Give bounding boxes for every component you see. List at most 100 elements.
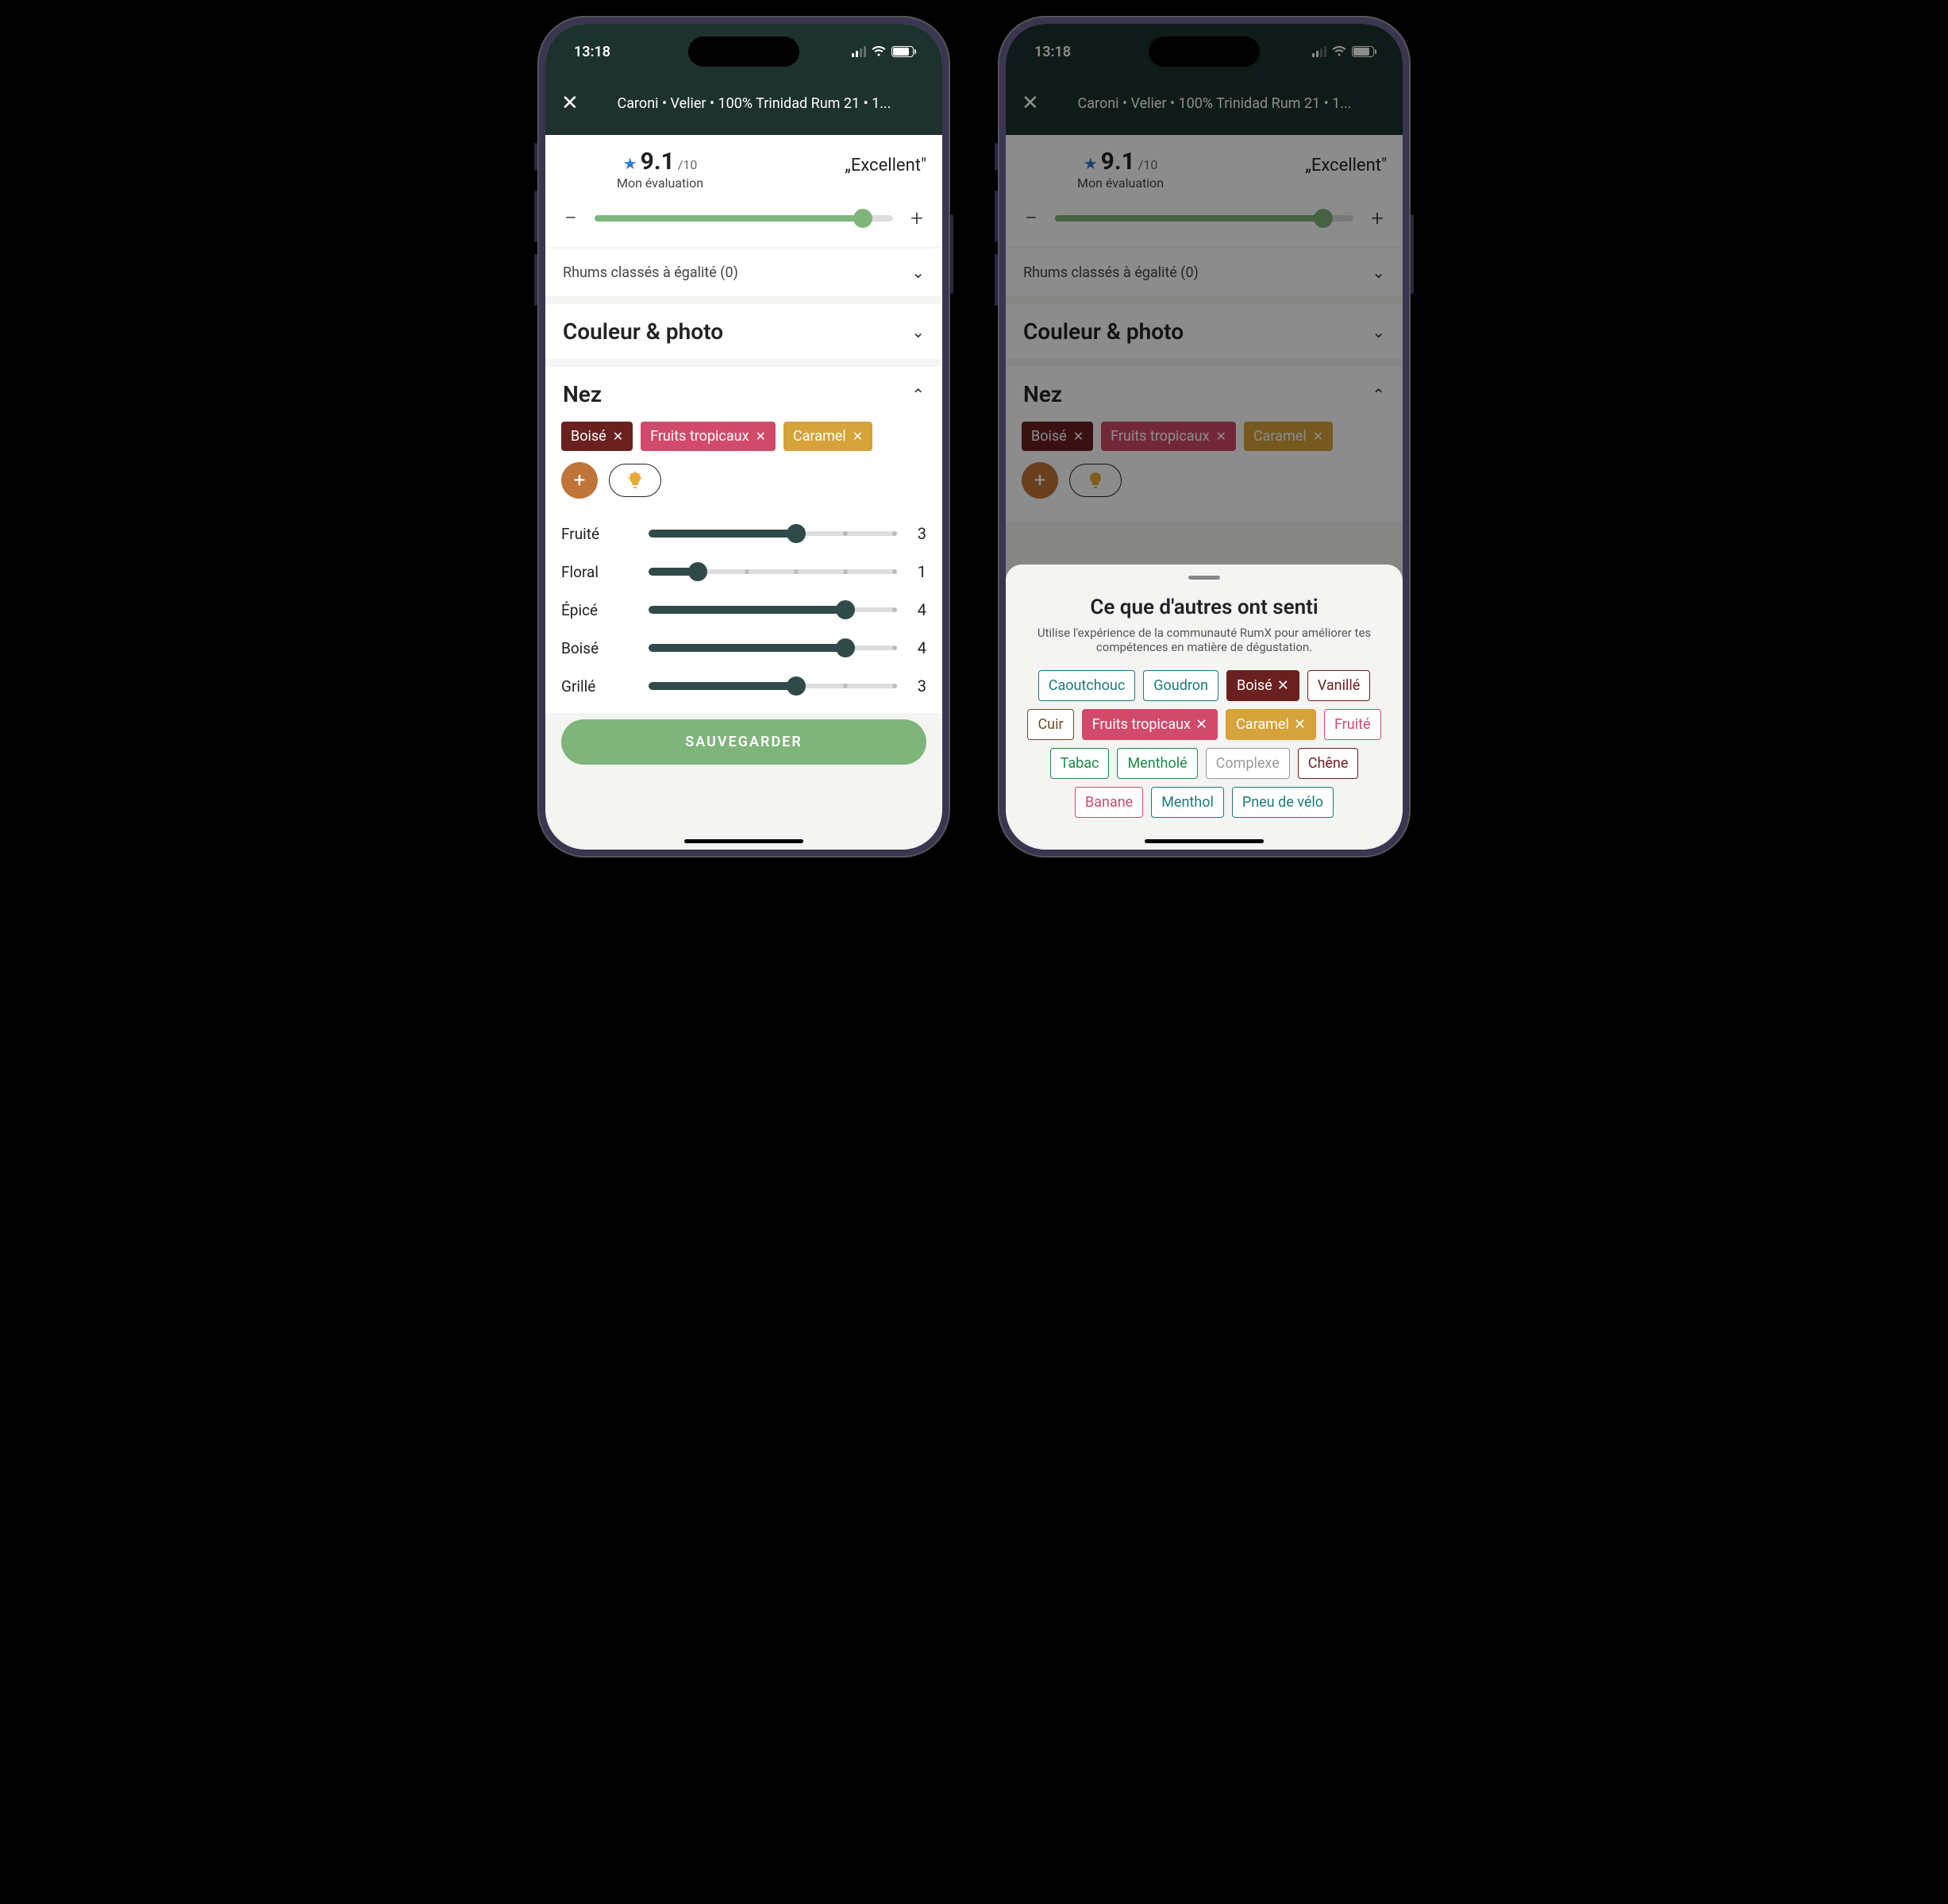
close-icon[interactable]: ✕ — [561, 91, 585, 115]
phone-side-button — [950, 214, 953, 294]
plus-button[interactable]: + — [907, 205, 926, 231]
attribute-slider[interactable] — [649, 680, 895, 692]
chip-label: Goudron — [1153, 677, 1208, 694]
wifi-icon — [871, 46, 887, 57]
sheet-title: Ce que d'autres ont senti — [1018, 595, 1390, 619]
attribute-value: 3 — [910, 676, 926, 696]
attribute-label: Épicé — [561, 601, 633, 619]
chip-label: Chêne — [1308, 755, 1349, 772]
screen-2: 13:18 ✕ Caroni • Velier • 100% Trinidad … — [1006, 24, 1403, 850]
suggestion-chip[interactable]: Goudron — [1143, 670, 1218, 701]
tied-rums-row[interactable]: Rhums classés à égalité (0) ⌄ — [545, 249, 942, 296]
suggestion-chip[interactable]: Chêne — [1298, 748, 1359, 779]
slider-thumb[interactable] — [836, 638, 855, 657]
suggestion-chip[interactable]: Vanillé — [1307, 670, 1370, 701]
suggestion-chip[interactable]: Caramel ✕ — [1226, 709, 1316, 740]
attribute-row: Épicé 4 — [561, 591, 926, 629]
attribute-value: 3 — [910, 524, 926, 543]
rating-outof: /10 — [678, 157, 698, 172]
chip-label: Complexe — [1216, 755, 1280, 772]
app-bar: ✕ Caroni • Velier • 100% Trinidad Rum 21… — [545, 71, 942, 135]
suggestion-chip[interactable]: Banane — [1075, 787, 1143, 818]
color-photo-label: Couleur & photo — [563, 318, 723, 345]
chip-label: Pneu de vélo — [1242, 794, 1323, 811]
chip-label: Boisé — [571, 428, 606, 445]
phone-frame-1: 13:18 ✕ Caroni • Velier • 100% Trinidad … — [537, 16, 950, 858]
attribute-row: Floral 1 — [561, 553, 926, 591]
phone-side-button — [534, 143, 537, 171]
rating-section: ★ 9.1 /10 Mon évaluation „Excellent" − + — [545, 135, 942, 247]
tied-rums-label: Rhums classés à égalité (0) — [563, 264, 738, 281]
add-flavor-button[interactable]: + — [561, 462, 598, 499]
flavor-chip[interactable]: Caramel✕ — [783, 422, 872, 451]
chevron-up-icon: ⌃ — [911, 385, 925, 404]
attribute-value: 4 — [910, 600, 926, 619]
suggestion-chip[interactable]: Fruits tropicaux✕ — [1082, 709, 1218, 740]
chip-remove-icon[interactable]: ✕ — [613, 429, 623, 444]
attribute-value: 1 — [910, 562, 926, 581]
save-button[interactable]: SAUVEGARDER — [561, 719, 926, 765]
suggestion-chip[interactable]: Complexe — [1206, 748, 1290, 779]
phone-side-button — [534, 191, 537, 242]
chip-label: Vanillé — [1318, 677, 1360, 694]
chevron-down-icon: ⌄ — [911, 322, 925, 341]
suggestions-button[interactable] — [609, 464, 661, 497]
attribute-slider[interactable] — [649, 565, 895, 578]
nez-chips: Boisé✕Fruits tropicaux✕Caramel✕ — [561, 422, 926, 451]
phone-side-button — [995, 254, 998, 306]
chip-label: Fruité — [1334, 716, 1371, 733]
minus-button[interactable]: − — [561, 205, 580, 231]
attribute-row: Grillé3 — [561, 667, 926, 705]
attribute-slider[interactable] — [649, 527, 895, 540]
dynamic-island — [688, 37, 799, 67]
attribute-slider[interactable] — [649, 603, 895, 616]
phone-frame-2: 13:18 ✕ Caroni • Velier • 100% Trinidad … — [998, 16, 1411, 858]
slider-thumb[interactable] — [688, 562, 707, 581]
suggestion-chip[interactable]: Mentholé — [1117, 748, 1197, 779]
slider-thumb[interactable] — [853, 209, 872, 228]
slider-thumb[interactable] — [787, 524, 806, 543]
suggestion-chip[interactable]: Boisé ✕ — [1226, 670, 1299, 701]
suggestion-chip[interactable]: Fruité — [1324, 709, 1381, 740]
chip-remove-icon[interactable]: ✕ — [756, 429, 766, 444]
nez-section-header[interactable]: Nez ⌃ — [545, 367, 942, 422]
attribute-label: Fruité — [561, 525, 633, 543]
suggestion-chip[interactable]: Caoutchouc — [1038, 670, 1136, 701]
attribute-label: Floral — [561, 563, 633, 581]
chip-remove-icon[interactable]: ✕ — [1277, 677, 1289, 694]
chip-remove-icon[interactable]: ✕ — [1195, 716, 1207, 733]
attribute-slider[interactable] — [649, 642, 895, 654]
color-photo-section[interactable]: Couleur & photo ⌄ — [545, 304, 942, 359]
rating-sub: Mon évaluation — [617, 175, 703, 191]
dynamic-island — [1149, 37, 1260, 67]
flavor-chip[interactable]: Boisé ✕ — [561, 422, 633, 451]
rating-slider[interactable] — [595, 215, 893, 222]
sheet-handle[interactable] — [1188, 576, 1220, 580]
nez-attributes: Fruité3Floral1Épicé4Boisé4Grillé3 — [561, 515, 926, 705]
suggestion-chip[interactable]: Tabac — [1050, 748, 1110, 779]
chip-label: Caoutchouc — [1049, 677, 1126, 694]
phone-side-button — [534, 254, 537, 306]
chip-remove-icon[interactable]: ✕ — [1294, 716, 1306, 733]
suggestion-chip[interactable]: Pneu de vélo — [1232, 787, 1334, 818]
phone-side-button — [1411, 214, 1414, 294]
screen-1: 13:18 ✕ Caroni • Velier • 100% Trinidad … — [545, 24, 942, 850]
chip-label: Caramel — [1236, 716, 1289, 733]
rating-score: 9.1 — [641, 148, 675, 175]
appbar-title: Caroni • Velier • 100% Trinidad Rum 21 •… — [598, 95, 926, 112]
suggestion-chip[interactable]: Cuir — [1027, 709, 1073, 740]
suggestions-sheet: Ce que d'autres ont senti Utilise l'expé… — [1006, 565, 1403, 850]
slider-thumb[interactable] — [836, 600, 855, 619]
suggestion-chip[interactable]: Menthol — [1151, 787, 1224, 818]
chip-remove-icon[interactable]: ✕ — [853, 429, 863, 444]
flavor-chip[interactable]: Fruits tropicaux✕ — [641, 422, 776, 451]
rating-word: „Excellent" — [845, 156, 926, 175]
status-icons — [852, 46, 914, 57]
sheet-subtitle: Utilise l'expérience de la communauté Ru… — [1018, 626, 1390, 654]
chip-label: Boisé — [1237, 677, 1272, 694]
slider-thumb[interactable] — [787, 676, 806, 696]
phone-side-button — [995, 191, 998, 242]
home-indicator[interactable] — [684, 839, 803, 843]
home-indicator[interactable] — [1145, 839, 1264, 843]
chip-label: Banane — [1085, 794, 1133, 811]
